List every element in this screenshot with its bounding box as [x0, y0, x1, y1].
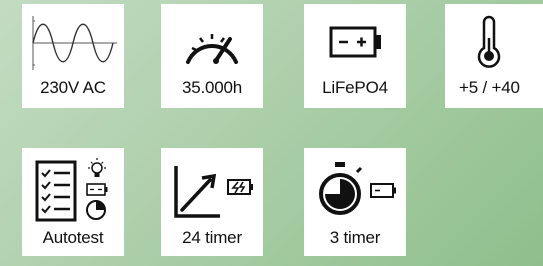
thermometer-icon	[445, 12, 543, 74]
battery-small-icon	[370, 183, 396, 198]
stopwatch-icon	[319, 162, 363, 215]
autotest-icon-group	[22, 156, 124, 222]
growth-arrow-icon	[174, 166, 220, 218]
autotest-tile: Autotest	[22, 148, 124, 256]
sine-wave-icon	[22, 12, 124, 74]
battery-type-tile: LiFePO4	[304, 4, 406, 108]
charge-time-icon-group	[161, 156, 263, 218]
checklist-icon	[35, 160, 77, 222]
ac-voltage-tile: 230V AC	[22, 4, 124, 108]
runtime-tile: 3 timer	[304, 148, 406, 256]
lifetime-hours-tile: 35.000h	[161, 4, 263, 108]
charge-time-label: 24 timer	[182, 228, 242, 247]
battery-type-label: LiFePO4	[322, 78, 388, 97]
autotest-label: Autotest	[42, 228, 104, 247]
charge-time-tile: 24 timer	[161, 148, 263, 256]
ac-voltage-label: 230V AC	[40, 78, 106, 97]
runtime-label: 3 timer	[329, 228, 381, 247]
speedometer-icon	[161, 12, 263, 74]
charging-battery-icon	[227, 179, 253, 195]
battery-icon	[304, 12, 406, 74]
lightbulb-icon	[88, 158, 106, 177]
runtime-icon-group	[304, 156, 406, 218]
lifetime-hours-label: 35.000h	[181, 78, 243, 97]
temperature-range-label: +5 / +40	[459, 78, 520, 97]
battery-small-icon	[86, 183, 108, 196]
pie-clock-icon	[86, 200, 106, 220]
temperature-range-tile: +5 / +40	[445, 4, 543, 108]
